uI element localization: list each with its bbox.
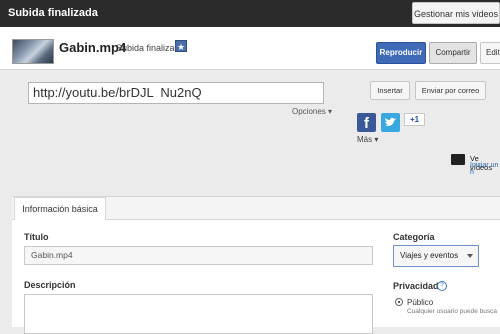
top-bar: Subida finalizada Gestionar mis videos bbox=[0, 0, 500, 27]
tab-bar: Información básica bbox=[12, 197, 500, 220]
email-button[interactable]: Enviar por correo bbox=[415, 81, 486, 100]
upload-status-title: Subida finalizada bbox=[8, 7, 98, 19]
public-radio[interactable] bbox=[395, 298, 403, 306]
category-label: Categoría bbox=[393, 232, 435, 242]
chevron-down-icon bbox=[467, 254, 473, 258]
embed-button[interactable]: Insertar bbox=[370, 81, 410, 100]
speech-bubble-icon bbox=[451, 154, 465, 165]
twitter-icon[interactable] bbox=[381, 113, 400, 132]
play-button[interactable]: Reproducir bbox=[376, 42, 426, 64]
star-icon[interactable]: ★ bbox=[175, 40, 187, 52]
tab-basic-info[interactable]: Información básica bbox=[14, 197, 106, 220]
options-dropdown[interactable]: Opciones ▾ bbox=[292, 107, 332, 116]
privacy-label: Privacidad bbox=[393, 281, 439, 291]
share-url-input[interactable]: http://youtu.be/brDJL Nu2nQ bbox=[28, 82, 324, 104]
help-icon[interactable]: ? bbox=[437, 281, 447, 291]
share-button[interactable]: Compartir bbox=[429, 42, 477, 64]
description-textarea[interactable] bbox=[24, 294, 373, 334]
manage-videos-button[interactable]: Gestionar mis videos bbox=[412, 2, 500, 24]
public-option-description: Cualquier usuario puede busca bbox=[407, 308, 497, 315]
google-plus-one-button[interactable]: +1 bbox=[404, 113, 425, 126]
more-share-dropdown[interactable]: Más ▾ bbox=[357, 135, 378, 144]
facebook-icon[interactable]: f bbox=[357, 113, 376, 132]
video-header: Gabin.mp4 Subida finalizada ★ Reproducir… bbox=[0, 27, 500, 70]
video-thumbnail[interactable] bbox=[12, 39, 54, 64]
title-input[interactable]: Gabin.mp4 bbox=[24, 246, 373, 265]
title-label: Título bbox=[24, 232, 49, 242]
edit-button[interactable]: Edita bbox=[480, 42, 500, 64]
twitter-bird-glyph bbox=[385, 117, 396, 126]
public-option-label: Público bbox=[407, 298, 434, 307]
description-label: Descripción bbox=[24, 280, 76, 290]
start-link[interactable]: Iniciar un h bbox=[470, 162, 500, 176]
